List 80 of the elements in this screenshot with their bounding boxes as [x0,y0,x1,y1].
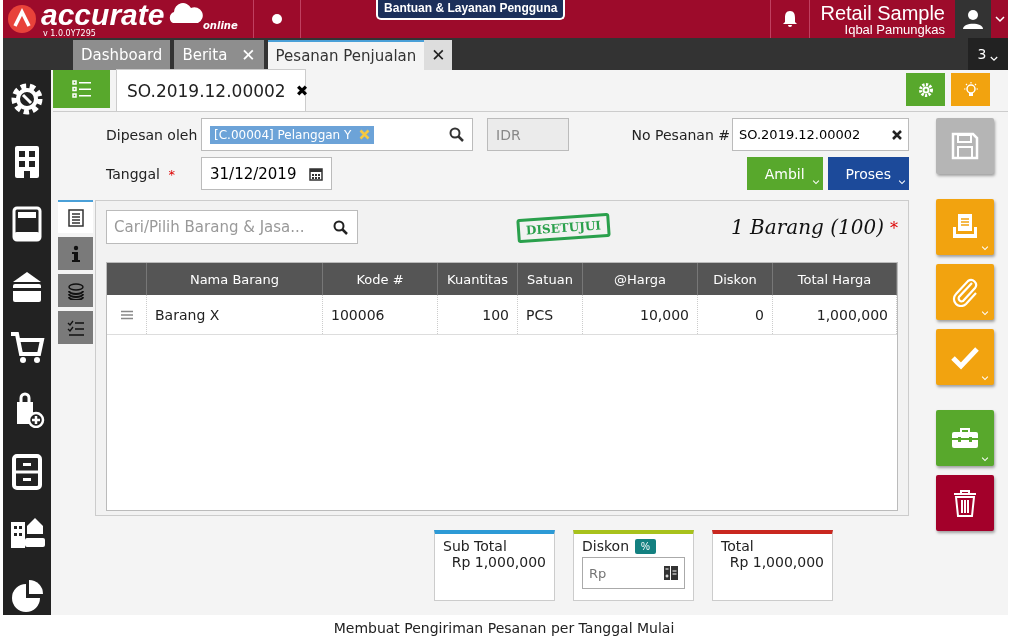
table-cell: PCS [526,306,554,323]
bell-icon[interactable] [782,10,799,28]
column-header: Nama Barang [189,271,280,287]
document-tab-label: SO.2019.12.00002 [127,80,286,101]
list-icon [71,80,92,98]
caret-icon [981,246,989,251]
subtotal-label: Sub Total [443,538,508,554]
field-label: No Pesanan # [631,126,730,143]
column-header: Kode # [356,271,404,287]
version-text: v 1.0.0Y7295 [43,29,96,38]
tab-count[interactable]: 3 [968,38,1008,70]
save-icon [950,131,980,161]
item-summary: 1 Barang (100) * [731,215,898,239]
avatar[interactable] [955,0,991,38]
toolbox-button[interactable] [936,410,994,466]
process-button[interactable]: Proses [827,157,909,190]
table-cell: 1,000,000 [816,306,888,323]
paperclip-icon [950,277,980,307]
column-header: Diskon [713,271,757,287]
caret-icon [981,457,989,462]
column-header: @Harga [613,271,667,287]
lightbulb-icon [962,81,979,98]
column-header: Satuan [527,271,573,287]
date-field[interactable]: 31/12/2019 [201,157,332,190]
checklist-icon [66,318,85,337]
field-label: Tanggal * [106,165,176,182]
side-tab[interactable] [58,237,93,270]
table-cell: 100 [482,306,509,323]
table-cell: 100006 [331,306,385,323]
side-tab[interactable] [58,274,93,307]
list-view-button[interactable] [53,70,110,108]
logo-text: accurate [41,0,166,30]
caret-icon [990,56,999,62]
caption: Membuat Pengiriman Pesanan per Tanggal Mulai [332,620,676,636]
settings-icon [917,81,934,98]
discount-field[interactable]: Rp [582,557,685,589]
discount-label: Diskon [582,538,629,554]
total-value: Rp 1,000,000 [729,554,824,570]
close-button[interactable]: ✕ [424,40,453,70]
clear-icon[interactable] [892,129,902,140]
tab[interactable]: Pesanan Penjualan [267,40,425,70]
settings-button[interactable] [906,73,945,106]
document-lines-icon [66,208,85,227]
subtotal-value: Rp 1,000,000 [451,554,546,570]
dot-icon[interactable] [272,14,282,24]
table-cell: 10,000 [640,306,689,323]
search-field[interactable]: Cari/Pilih Barang & Jasa... [106,210,358,244]
user-icon [962,8,984,30]
cloud-icon [167,1,204,25]
caret-icon [811,180,820,185]
order-number-field[interactable]: SO.2019.12.00002 [732,118,909,151]
logo-subtitle: online [203,20,238,31]
calculator-icon[interactable] [664,566,678,580]
field-label: Dipesan oleh [106,126,199,143]
total-label: Total [721,538,755,554]
company-name: Retail Sample [820,2,945,23]
table-cell: Barang X [155,306,220,323]
delete-button[interactable] [936,475,994,531]
drag-handle-icon[interactable] [120,309,133,320]
search-icon[interactable] [333,220,348,235]
document-tab[interactable]: SO.2019.12.00002 ✖ [116,69,306,111]
caret-icon [898,180,906,185]
currency-field: IDR [487,118,569,151]
search-icon[interactable] [449,127,464,142]
cabinet-icon[interactable] [9,452,45,490]
calendar-icon[interactable] [309,166,323,181]
side-tab[interactable] [58,200,93,233]
caret-icon [981,376,989,381]
column-header: Total Harga [797,271,872,287]
close-button[interactable]: ✖ [295,81,309,100]
side-tab[interactable] [58,311,93,344]
percent-toggle[interactable]: % [635,538,656,554]
logo-icon [7,4,37,34]
help-button[interactable]: Bantuan & Layanan Pengguna [376,0,566,20]
table-cell: 0 [755,306,764,323]
approved-stamp: DISETUJUI [516,212,611,244]
column-header: Kuantitas [447,271,508,287]
caret-icon [981,311,989,316]
coin-stack-icon [66,281,85,300]
caret-icon[interactable] [994,15,1005,23]
